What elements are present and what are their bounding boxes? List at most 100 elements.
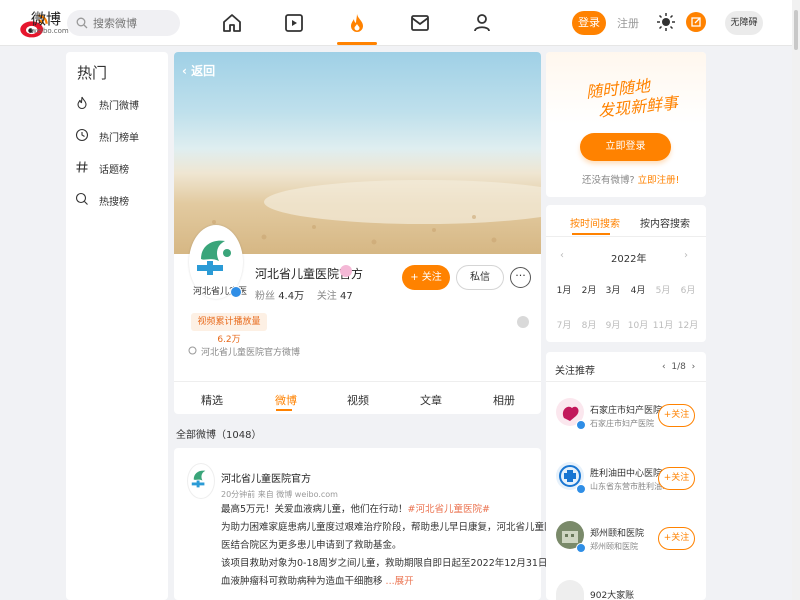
promo-register-prompt: 还没有微博? 立即注册! xyxy=(582,172,679,186)
sidebar-item-hot-weibo[interactable]: 热门微博 xyxy=(75,94,165,114)
message-icon[interactable] xyxy=(408,11,432,35)
year-label: 2022年 xyxy=(611,254,647,265)
clock-icon xyxy=(75,128,89,142)
sidebar-item-label: 热搜榜 xyxy=(99,197,129,208)
video-icon[interactable] xyxy=(282,11,306,35)
verified-badge xyxy=(230,286,242,298)
recommend-desc: 山东省东营市胜利油... xyxy=(590,482,670,491)
profile-intro: 河北省儿童医院官方微博 xyxy=(188,345,300,358)
promo-login-button[interactable]: 立即登录 xyxy=(580,133,671,161)
post-author-name[interactable]: 河北省儿童医院官方 xyxy=(221,470,311,485)
month-button: 5月 xyxy=(655,286,671,296)
tab-article[interactable]: 文章 xyxy=(420,392,442,408)
profile-icon[interactable] xyxy=(470,11,494,35)
scrollbar-thumb[interactable] xyxy=(794,10,798,50)
month-button: 11月 xyxy=(652,321,674,331)
tab-search-by-content[interactable]: 按内容搜索 xyxy=(640,215,690,230)
recommend-name[interactable]: 郑州颐和医院 xyxy=(590,526,644,539)
month-button: 12月 xyxy=(677,321,699,331)
hot-fire-icon[interactable] xyxy=(345,11,369,35)
recommend-avatar[interactable] xyxy=(556,580,584,600)
chevron-left-icon[interactable]: ‹ xyxy=(662,362,666,372)
nav-active-indicator xyxy=(337,42,377,45)
search-box[interactable] xyxy=(67,10,180,36)
month-button: 6月 xyxy=(680,286,696,296)
register-prompt-text: 还没有微博? xyxy=(582,175,635,186)
tab-active-indicator xyxy=(276,409,292,411)
back-button[interactable]: ‹ 返回 xyxy=(182,62,215,79)
search-icon xyxy=(75,192,88,205)
recommend-title: 关注推荐 xyxy=(555,366,595,377)
logo-text: 微博 xyxy=(31,10,62,28)
recommend-name[interactable]: 902大家账 xyxy=(590,588,634,600)
month-button[interactable]: 2月 xyxy=(577,283,601,296)
follow-button[interactable]: + 关注 xyxy=(402,265,450,290)
back-label: 返回 xyxy=(191,64,216,78)
beach-scene xyxy=(212,180,541,249)
verified-badge xyxy=(576,420,586,430)
month-button[interactable]: 4月 xyxy=(626,283,650,296)
month-button: 8月 xyxy=(581,321,597,331)
tab-video[interactable]: 视频 xyxy=(347,392,369,408)
search-input[interactable] xyxy=(93,14,173,32)
month-button[interactable]: 1月 xyxy=(552,283,576,296)
tab-weibo[interactable]: 微博 xyxy=(275,392,297,408)
chevron-right-icon[interactable]: › xyxy=(692,362,696,372)
page-scrollbar[interactable] xyxy=(792,0,800,600)
accessibility-button[interactable]: 无障碍 xyxy=(725,11,763,35)
recommend-pager: ‹ 1/8 › xyxy=(662,362,695,372)
theme-sun-icon[interactable] xyxy=(656,12,676,32)
sidebar-item-topics[interactable]: 话题榜 xyxy=(75,158,165,178)
tab-album[interactable]: 相册 xyxy=(493,392,515,408)
recommend-follow-button[interactable]: +关注 xyxy=(658,467,695,490)
recommend-desc: 石家庄市妇产医院 xyxy=(590,419,654,428)
message-button[interactable]: 私信 xyxy=(456,265,504,290)
logo-subtitle: weibo.com xyxy=(31,27,69,35)
verified-badge xyxy=(576,543,586,553)
followers-count[interactable]: 4.4万 xyxy=(278,291,304,302)
tab-search-by-time[interactable]: 按时间搜索 xyxy=(570,215,620,230)
verified-badge xyxy=(576,484,586,494)
video-play-tag[interactable]: 视频累计播放量6.2万 xyxy=(191,313,267,345)
post-author-avatar[interactable] xyxy=(187,463,215,499)
home-icon[interactable] xyxy=(220,11,244,35)
recommend-name[interactable]: 石家庄市妇产医院 xyxy=(590,403,662,416)
more-options-button[interactable]: ··· xyxy=(510,267,531,288)
post-text-segment: 最高5万元！关爱血液病儿童，他们在行动！ xyxy=(221,504,408,515)
post-text-line: 最高5万元！关爱血液病儿童，他们在行动！#河北省儿童医院# xyxy=(221,501,531,519)
recommend-divider xyxy=(546,381,706,382)
recommend-page-number: 1/8 xyxy=(671,362,686,372)
following-count[interactable]: 47 xyxy=(340,291,353,302)
recommend-name[interactable]: 胜利油田中心医院 xyxy=(590,466,662,479)
login-button[interactable]: 登录 xyxy=(572,11,606,35)
hospital-logo xyxy=(191,470,206,488)
post-text-line: 为助力困难家庭患病儿童度过艰难治疗阶段，帮助患儿早日康复，河北省儿童医院中西 xyxy=(221,522,583,533)
month-button: 7月 xyxy=(556,321,572,331)
all-weibo-count[interactable]: 全部微博（1048） xyxy=(176,426,261,441)
followers-label: 粉丝 xyxy=(255,291,275,302)
month-button[interactable]: 3月 xyxy=(601,283,625,296)
promo-register-link[interactable]: 立即注册! xyxy=(638,175,680,186)
register-link[interactable]: 注册 xyxy=(617,15,639,31)
recommend-follow-button[interactable]: +关注 xyxy=(658,527,695,550)
recommend-follow-button[interactable]: +关注 xyxy=(658,404,695,427)
sidebar-title: 热门 xyxy=(77,64,108,82)
chevron-down-icon[interactable] xyxy=(517,316,529,328)
sidebar-item-label: 话题榜 xyxy=(99,165,129,176)
month-button: 9月 xyxy=(605,321,621,331)
expand-link[interactable]: ...展开 xyxy=(386,576,414,587)
edit-icon xyxy=(691,17,701,27)
recommend-desc: 郑州颐和医院 xyxy=(590,542,638,551)
post-text-segment: 血液肿瘤科可救助病种为造血干细胞移 xyxy=(221,576,383,587)
post-hashtag-link[interactable]: #河北省儿童医院# xyxy=(408,504,490,515)
chevron-right-icon[interactable]: › xyxy=(684,250,688,261)
tab-featured[interactable]: 精选 xyxy=(201,392,223,408)
sidebar-item-hot-search[interactable]: 热搜榜 xyxy=(75,190,165,210)
chevron-left-icon[interactable]: ‹ xyxy=(560,250,564,261)
date-tab-indicator xyxy=(572,233,610,235)
compose-button[interactable] xyxy=(686,12,706,32)
verified-v-icon xyxy=(340,265,352,277)
sidebar-item-hot-list[interactable]: 热门榜单 xyxy=(75,126,165,146)
tabs-divider xyxy=(174,381,541,382)
location-icon xyxy=(188,346,197,355)
